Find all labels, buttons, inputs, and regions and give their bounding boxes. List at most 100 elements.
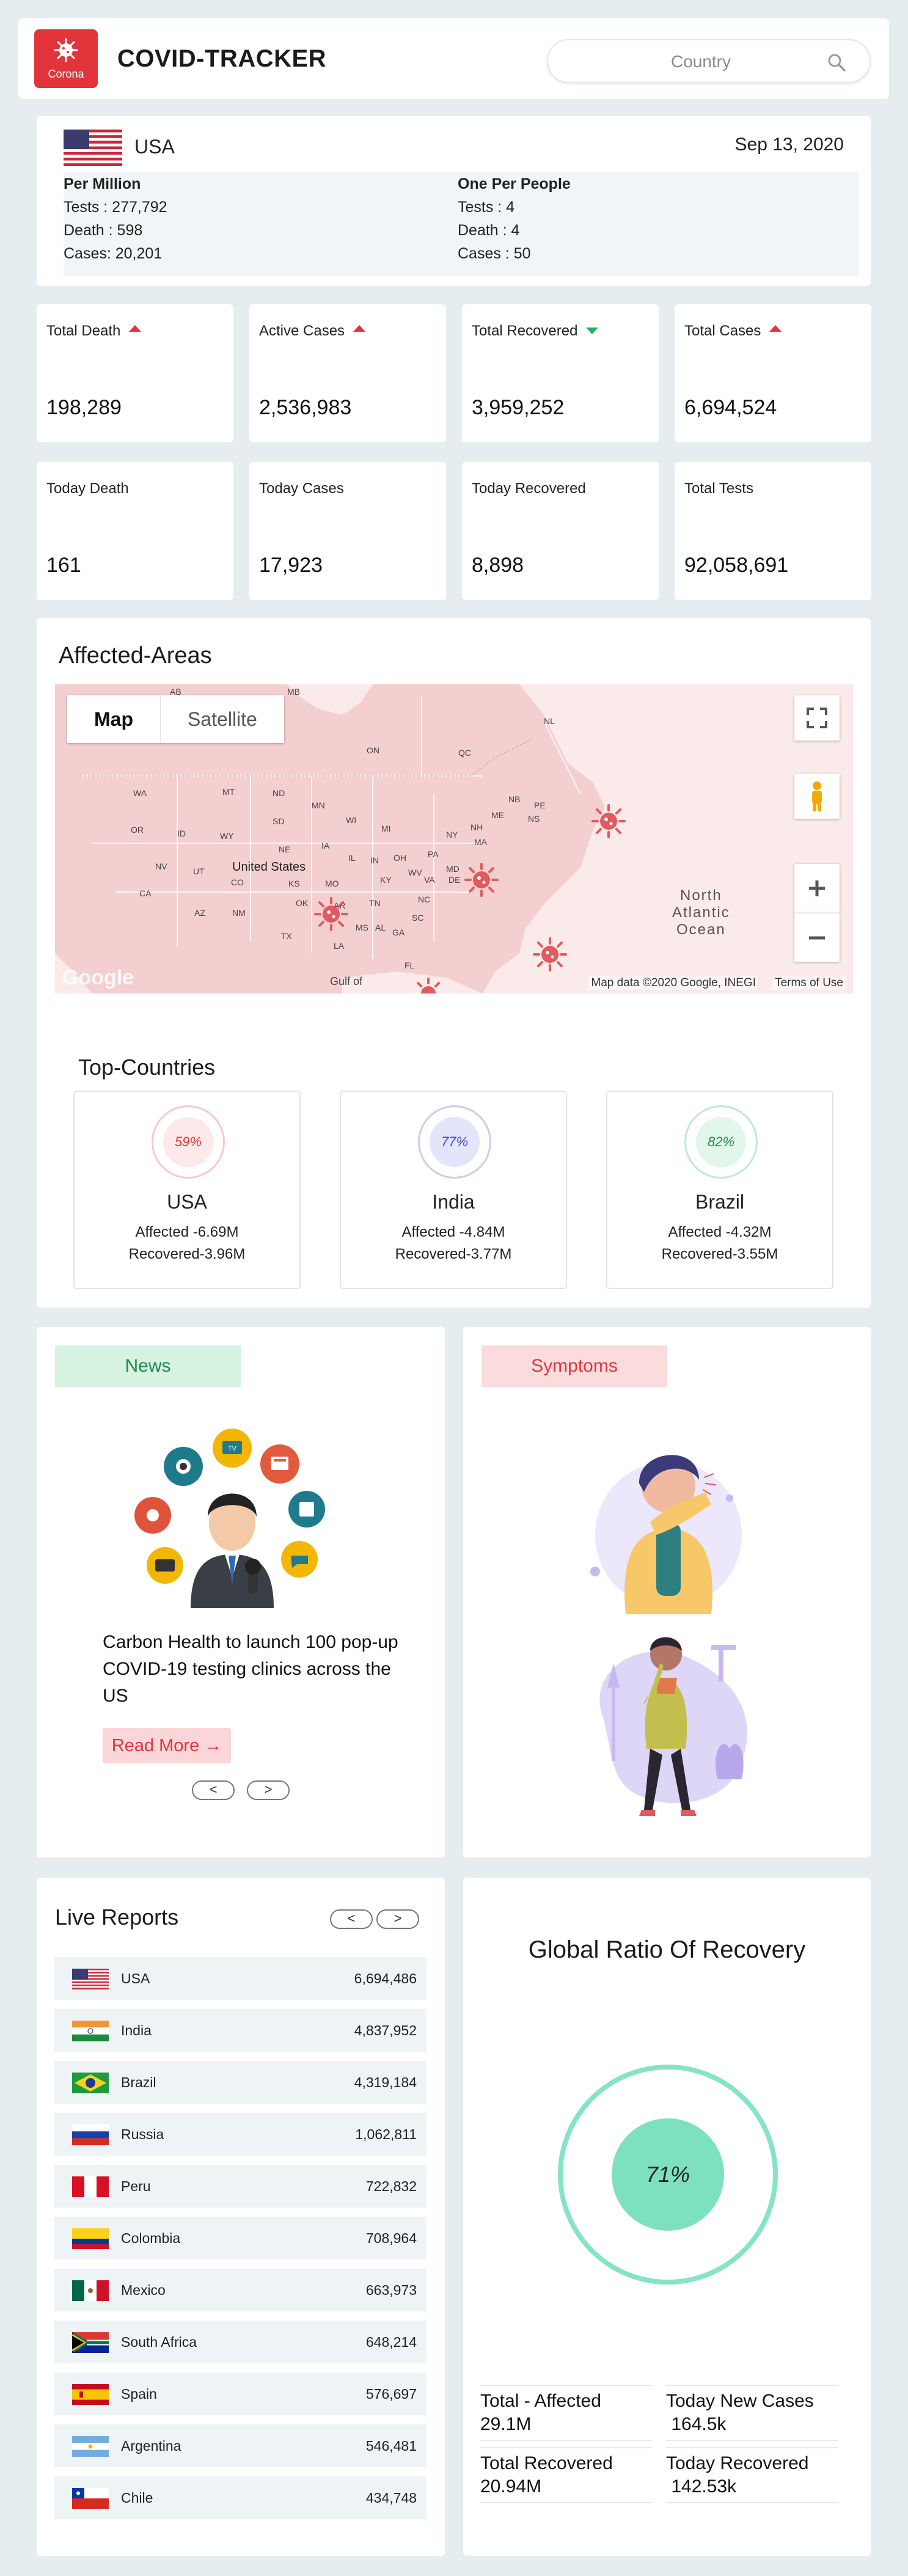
affected-map[interactable]: AB MB ON QC NL NB PE NS ME WA MT ND MN O… (55, 684, 853, 993)
map-label: GA (392, 928, 405, 937)
stat-value: 198,289 (46, 396, 122, 419)
global-ratio-title: Global Ratio Of Recovery (528, 1936, 806, 1963)
search-input[interactable] (573, 50, 829, 73)
table-row[interactable]: South Africa 648,214 (54, 2321, 427, 2363)
one-per-people-tests: Tests : 4 (458, 199, 515, 216)
coughing-person-illustration (590, 1455, 742, 1614)
map-label: SC (412, 913, 424, 923)
stat-value: 17,923 (259, 554, 323, 577)
live-reports-prev-button[interactable]: < (330, 1909, 373, 1929)
map-label: NE (279, 844, 291, 854)
case-count: 6,694,486 (354, 1970, 417, 1986)
terms-of-use-link[interactable]: Terms of Use (772, 976, 846, 990)
map-label: IA (321, 841, 330, 851)
top-country-recovered: Recovered-3.96M (128, 1246, 246, 1262)
percent-value: 59% (163, 1117, 213, 1167)
colombia-flag-icon (72, 2228, 109, 2249)
country-name: South Africa (121, 2334, 197, 2350)
symptoms-card: Symptoms (463, 1327, 871, 1857)
news-prev-button[interactable]: < (192, 1780, 235, 1800)
map-label: UT (193, 866, 205, 876)
map-label: CO (231, 877, 244, 887)
case-count: 576,697 (365, 2386, 417, 2402)
affected-areas-title: Affected-Areas (59, 643, 212, 668)
stat-today-death: Today Death 161 (37, 462, 233, 600)
map-label: PA (428, 849, 439, 859)
map-label-country: United States (232, 860, 306, 874)
stat-today-cases: Today Cases 17,923 (249, 462, 446, 600)
virus-marker-icon[interactable] (463, 862, 500, 898)
top-country-affected: Affected -6.69M (135, 1224, 239, 1240)
top-country-recovered: Recovered-3.77M (395, 1246, 512, 1262)
top-countries-title: Top-Countries (78, 1055, 216, 1080)
table-row[interactable]: Peru 722,832 (54, 2165, 427, 2208)
usa-flag-icon (64, 130, 122, 166)
stat-label: Total Tests (684, 480, 753, 497)
top-country-card-brazil[interactable]: 82% Brazil Affected -4.32M Recovered-3.5… (606, 1091, 833, 1289)
zoom-out-button[interactable] (794, 913, 840, 962)
table-row[interactable]: India 4,837,952 (54, 2009, 427, 2052)
map-label: NS (528, 814, 540, 824)
today-recovered-stat: Today Recovered 142.53k (666, 2447, 838, 2503)
table-row[interactable]: Brazil 4,319,184 (54, 2061, 427, 2104)
street-view-button[interactable] (794, 774, 840, 819)
map-type-satellite-button[interactable]: Satellite (160, 695, 284, 743)
live-reports-title: Live Reports (55, 1905, 179, 1930)
plus-icon (809, 880, 825, 896)
live-reports-next-button[interactable]: > (376, 1909, 419, 1929)
table-row[interactable]: Colombia 708,964 (54, 2217, 427, 2259)
stat-total-death: Total Death 198,289 (37, 304, 233, 442)
zoom-in-button[interactable] (794, 864, 840, 913)
usa-flag-icon (72, 1969, 109, 1989)
fullscreen-button[interactable] (794, 695, 840, 741)
table-row[interactable]: USA 6,694,486 (54, 1957, 427, 2000)
map-label: FL (405, 961, 415, 970)
stat-value: 2,536,983 (259, 396, 352, 419)
south-africa-flag-icon (72, 2332, 109, 2353)
stat-label: Today Recovered (666, 2453, 809, 2473)
total-affected-stat: Total - Affected 29.1M (480, 2385, 653, 2441)
virus-marker-icon[interactable] (313, 896, 350, 932)
symptoms-tab[interactable]: Symptoms (481, 1345, 667, 1387)
peru-flag-icon (72, 2176, 109, 2197)
minus-icon (809, 936, 825, 940)
read-more-button[interactable]: Read More → (103, 1728, 231, 1763)
map-label: ND (273, 788, 285, 798)
table-row[interactable]: Chile 434,748 (54, 2476, 427, 2519)
case-count: 1,062,811 (355, 2126, 417, 2142)
virus-marker-icon[interactable] (532, 936, 568, 973)
table-row[interactable]: Russia 1,062,811 (54, 2113, 427, 2156)
map-label: PE (534, 800, 546, 810)
trend-up-icon (353, 325, 366, 332)
per-million-tests: Tests : 277,792 (64, 199, 167, 216)
app-logo[interactable]: Corona (34, 29, 98, 88)
virus-marker-icon[interactable] (590, 803, 627, 840)
case-count: 4,837,952 (354, 2022, 417, 2038)
virus-marker-icon[interactable] (413, 978, 444, 993)
table-row[interactable]: Spain 576,697 (54, 2373, 427, 2415)
table-row[interactable]: Mexico 663,973 (54, 2269, 427, 2311)
top-country-recovered: Recovered-3.55M (661, 1246, 778, 1262)
case-count: 722,832 (365, 2178, 417, 2194)
top-country-card-india[interactable]: 77% India Affected -4.84M Recovered-3.77… (340, 1091, 567, 1289)
news-next-button[interactable]: > (247, 1780, 290, 1800)
top-country-affected: Affected -4.32M (668, 1224, 772, 1240)
map-type-map-button[interactable]: Map (67, 695, 160, 743)
percent-ring: 77% (418, 1105, 491, 1179)
stat-label: Today Recovered (472, 480, 586, 497)
search-icon[interactable] (827, 53, 846, 72)
news-headline[interactable]: Carbon Health to launch 100 pop-up COVID… (103, 1629, 420, 1710)
map-label: DE (449, 875, 461, 885)
stat-value: 6,694,524 (684, 396, 777, 419)
map-label: AL (375, 923, 386, 932)
table-row[interactable]: Argentina 546,481 (54, 2424, 427, 2467)
stat-total-cases: Total Cases 6,694,524 (675, 304, 871, 442)
news-tab[interactable]: News (55, 1345, 241, 1387)
map-label: NC (418, 895, 431, 904)
country-search (547, 39, 871, 83)
top-country-card-usa[interactable]: 59% USA Affected -6.69M Recovered-3.96M (73, 1091, 301, 1289)
map-label: NB (508, 794, 521, 804)
map-label: LA (334, 941, 345, 951)
country-name: Russia (121, 2126, 164, 2142)
map-label: MI (381, 824, 391, 833)
